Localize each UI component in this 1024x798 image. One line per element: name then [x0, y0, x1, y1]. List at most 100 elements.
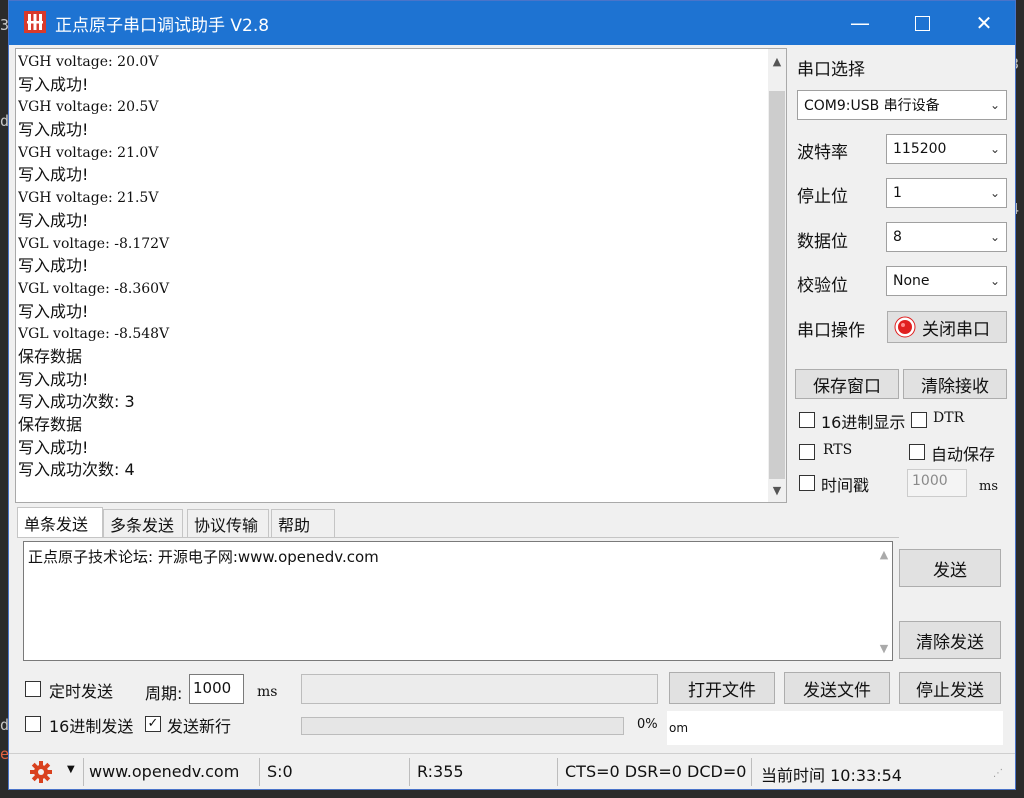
stopbits-label: 停止位: [797, 187, 848, 207]
tab-help[interactable]: 帮助: [271, 509, 335, 537]
status-received-count: R:355: [417, 762, 464, 781]
close-icon: ✕: [975, 11, 993, 35]
minimize-button[interactable]: —: [829, 1, 891, 45]
status-separator: [751, 758, 752, 786]
maximize-button[interactable]: [891, 1, 953, 45]
send-text: 正点原子技术论坛: 开源电子网:www.openedv.com: [28, 548, 379, 566]
close-port-button[interactable]: 关闭串口: [887, 311, 1007, 343]
period-input[interactable]: 1000: [189, 674, 244, 704]
open-file-button[interactable]: 打开文件: [669, 672, 775, 704]
port-operation-label: 串口操作: [797, 321, 865, 341]
title-bar[interactable]: 正点原子串口调试助手 V2.8 — ✕: [9, 1, 1015, 45]
send-log-text: om: [669, 721, 689, 735]
stopbits-select[interactable]: 1 ⌄: [886, 178, 1007, 208]
minimize-icon: —: [850, 11, 870, 35]
receive-line: VGL voltage: -8.360V: [18, 280, 170, 297]
dtr-label: DTR: [933, 410, 965, 426]
chevron-down-icon: ⌄: [989, 142, 1001, 156]
hex-send-label: 16进制发送: [49, 717, 134, 736]
status-sent-count: S:0: [267, 762, 293, 781]
scroll-up-arrow-icon[interactable]: ▲: [876, 544, 892, 564]
chevron-down-icon: ⌄: [989, 274, 1001, 288]
tab-protocol[interactable]: 协议传输: [187, 509, 269, 537]
send-newline-checkbox[interactable]: ✓: [145, 716, 161, 732]
status-separator: [83, 758, 84, 786]
port-select-label: 串口选择: [797, 60, 865, 80]
receive-line: 写入成功!: [18, 256, 89, 276]
receive-scrollbar[interactable]: ▲ ▼: [768, 49, 786, 502]
baud-label: 波特率: [797, 143, 848, 163]
scrollbar-thumb[interactable]: [769, 91, 785, 479]
send-file-button[interactable]: 发送文件: [784, 672, 890, 704]
period-unit: ms: [257, 684, 278, 700]
tab-divider: [17, 537, 899, 538]
receive-line: VGH voltage: 21.5V: [18, 190, 159, 207]
dtr-checkbox[interactable]: [911, 412, 927, 428]
tab-multi-send[interactable]: 多条发送: [103, 509, 183, 537]
send-button[interactable]: 发送: [899, 549, 1001, 587]
window-title: 正点原子串口调试助手 V2.8: [55, 16, 270, 36]
status-separator: [557, 758, 558, 786]
receive-line: 写入成功!: [18, 165, 89, 185]
port-select[interactable]: COM9:USB 串行设备 ⌄: [797, 90, 1007, 120]
receive-line: 保存数据: [18, 346, 83, 366]
receive-line: VGL voltage: -8.172V: [18, 235, 170, 252]
receive-line: 保存数据: [18, 415, 83, 434]
receive-text: VGH voltage: 20.0V 写入成功! VGH voltage: 20.5…: [18, 51, 766, 499]
hex-send-checkbox[interactable]: [25, 716, 41, 732]
scroll-down-arrow-icon[interactable]: ▼: [876, 638, 892, 658]
send-input[interactable]: 正点原子技术论坛: 开源电子网:www.openedv.com ▲ ▼: [23, 541, 893, 661]
gear-icon[interactable]: [29, 760, 53, 784]
timestamp-interval-input[interactable]: 1000: [907, 469, 967, 497]
databits-select[interactable]: 8 ⌄: [886, 222, 1007, 252]
scroll-down-arrow-icon[interactable]: ▼: [768, 480, 786, 500]
status-bar: ▼ www.openedv.com S:0 R:355 CTS=0 DSR=0 …: [9, 753, 1015, 789]
chevron-down-icon: ⌄: [989, 186, 1001, 200]
receive-line: 写入成功!: [18, 120, 89, 140]
stop-send-button[interactable]: 停止发送: [899, 672, 1001, 704]
receive-line: VGH voltage: 20.0V: [18, 54, 159, 70]
timestamp-label: 时间戳: [821, 476, 870, 495]
rts-checkbox[interactable]: [799, 444, 815, 460]
status-url[interactable]: www.openedv.com: [89, 762, 239, 781]
status-lines: CTS=0 DSR=0 DCD=0: [565, 762, 747, 781]
baud-value: 115200: [893, 141, 947, 157]
timed-send-label: 定时发送: [49, 682, 114, 701]
clear-receive-button[interactable]: 清除接收: [903, 369, 1007, 399]
send-scrollbar[interactable]: ▲ ▼: [876, 544, 892, 658]
stopbits-value: 1: [893, 185, 902, 201]
hex-display-checkbox[interactable]: [799, 412, 815, 428]
receive-line: VGH voltage: 20.5V: [18, 99, 159, 116]
tab-single-send[interactable]: 单条发送: [17, 507, 103, 537]
parity-select[interactable]: None ⌄: [886, 266, 1007, 296]
close-port-label: 关闭串口: [922, 319, 990, 340]
maximize-icon: [914, 15, 930, 31]
baud-select[interactable]: 115200 ⌄: [886, 134, 1007, 164]
timed-send-checkbox[interactable]: [25, 681, 41, 697]
timestamp-unit: ms: [979, 479, 998, 494]
scroll-up-arrow-icon[interactable]: ▲: [768, 51, 786, 71]
dropdown-arrow-icon[interactable]: ▼: [67, 764, 75, 775]
send-log: om: [667, 711, 1003, 745]
clear-send-button[interactable]: 清除发送: [899, 621, 1001, 659]
receive-area[interactable]: VGH voltage: 20.0V 写入成功! VGH voltage: 20.5…: [15, 48, 787, 503]
close-button[interactable]: ✕: [953, 1, 1015, 45]
chevron-down-icon: ⌄: [989, 230, 1001, 244]
receive-line: VGL voltage: -8.548V: [18, 326, 170, 343]
auto-save-checkbox[interactable]: [909, 444, 925, 460]
file-path-field[interactable]: [301, 674, 658, 704]
status-time: 当前时间 10:33:54: [761, 766, 902, 785]
receive-line: 写入成功!: [18, 301, 89, 321]
status-separator: [259, 758, 260, 786]
hex-display-label: 16进制显示: [821, 413, 906, 432]
parity-label: 校验位: [797, 276, 848, 296]
save-window-button[interactable]: 保存窗口: [795, 369, 899, 399]
serial-assistant-window: 正点原子串口调试助手 V2.8 — ✕ VGH voltage: 20.0V 写入…: [8, 0, 1016, 790]
resize-grip-icon[interactable]: ⋰: [993, 768, 1003, 779]
receive-line: 写入成功!: [18, 369, 89, 389]
receive-line: 写入成功!: [18, 74, 89, 94]
send-progress-bar: [301, 717, 624, 735]
timestamp-checkbox[interactable]: [799, 475, 815, 491]
parity-value: None: [893, 273, 930, 289]
progress-percent: 0%: [637, 717, 658, 732]
